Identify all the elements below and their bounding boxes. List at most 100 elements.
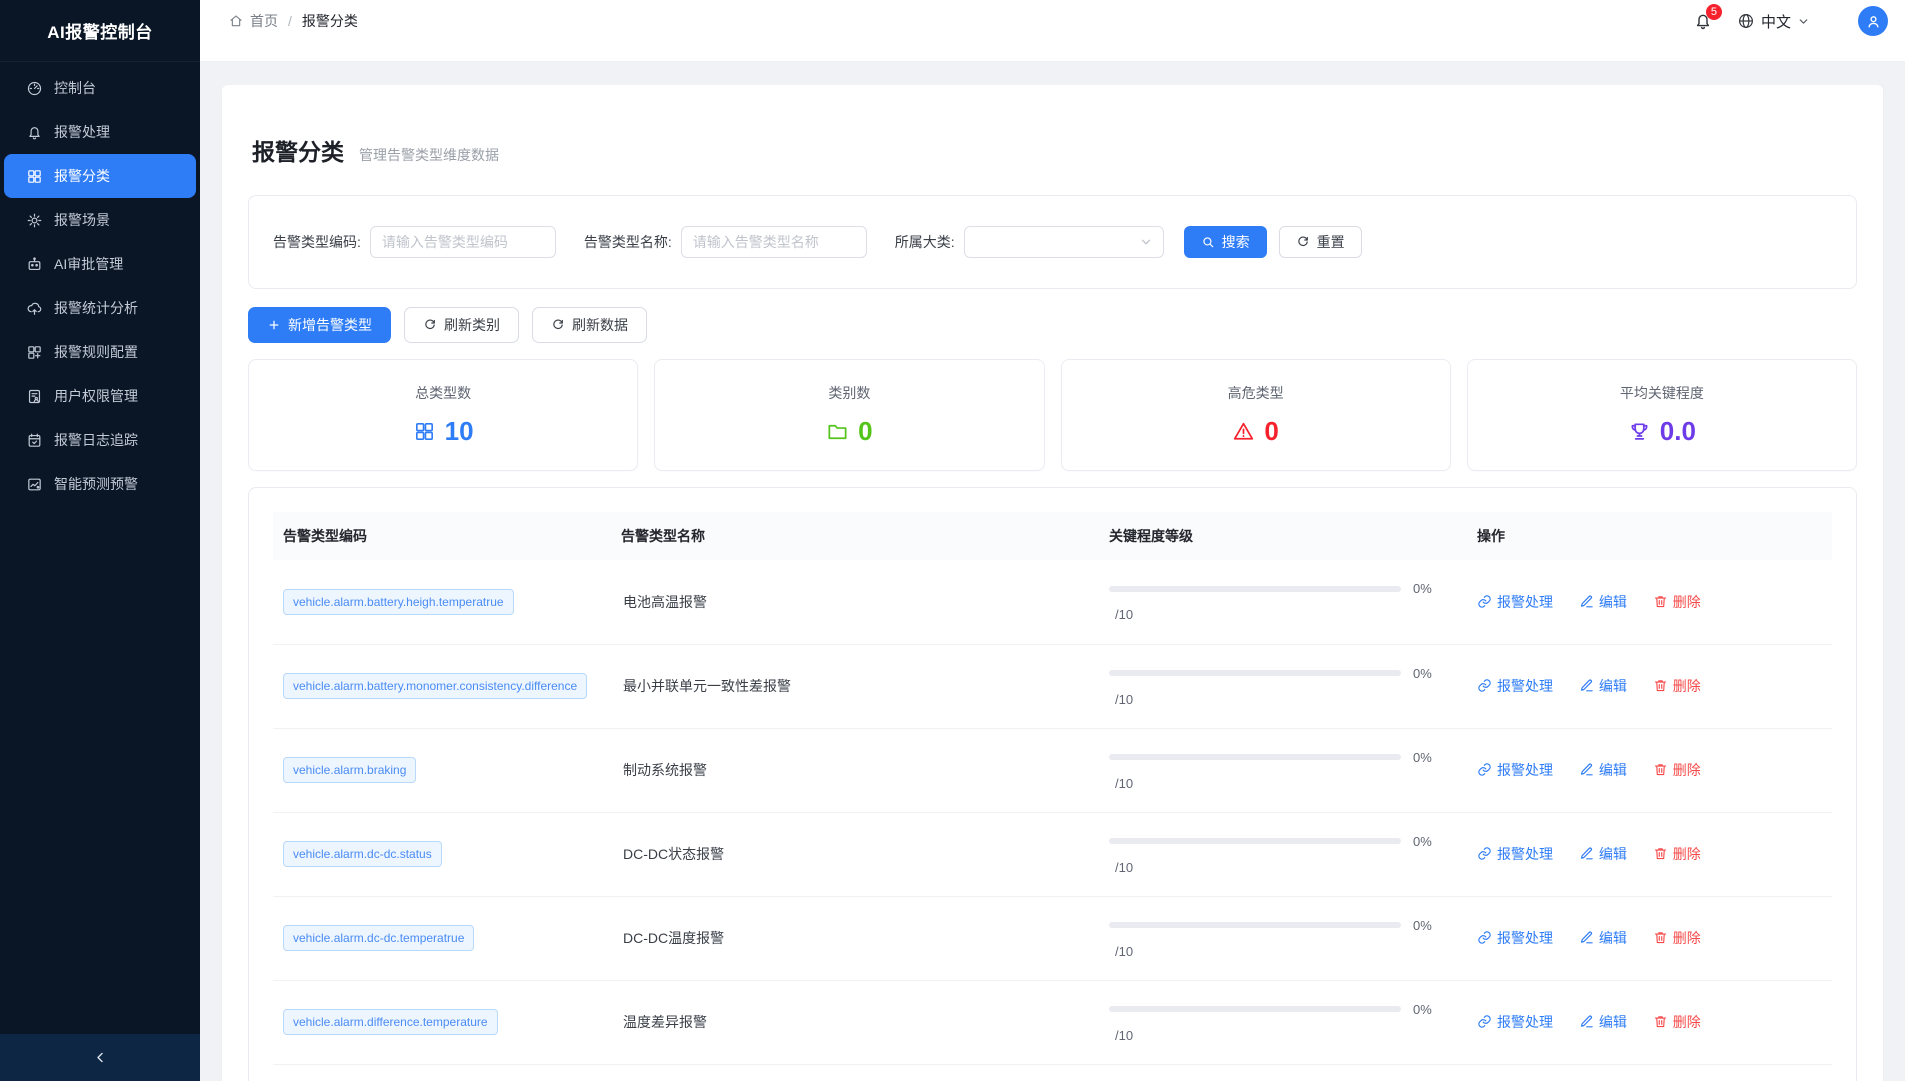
criticality-progressbar <box>1109 586 1401 592</box>
globe-icon <box>1737 12 1755 30</box>
chevron-down-icon <box>1139 235 1153 249</box>
folder-icon <box>826 420 849 443</box>
breadcrumb: 首页 / 报警分类 <box>228 4 358 38</box>
name-filter-label: 告警类型名称: <box>584 232 672 252</box>
handle-alarm-link[interactable]: 报警处理 <box>1477 760 1553 780</box>
handle-alarm-link[interactable]: 报警处理 <box>1477 676 1553 696</box>
delete-link[interactable]: 删除 <box>1653 1012 1701 1032</box>
criticality-percent: 0% <box>1413 918 1432 933</box>
sidebar-item-label: AI审批管理 <box>54 254 123 274</box>
stat-number: 10 <box>445 416 474 447</box>
edit-link[interactable]: 编辑 <box>1579 676 1627 696</box>
edit-icon <box>1579 846 1594 861</box>
sidebar-item-label: 智能预测预警 <box>54 474 138 494</box>
breadcrumb-home-link[interactable]: 首页 <box>228 11 278 31</box>
add-alarm-type-button[interactable]: 新增告警类型 <box>248 307 391 343</box>
stat-card-2: 类别数 0 <box>654 359 1044 471</box>
sidebar-item-label: 控制台 <box>54 78 96 98</box>
sidebar-item-6[interactable]: 报警统计分析 <box>4 286 196 330</box>
handle-alarm-link[interactable]: 报警处理 <box>1477 1012 1553 1032</box>
stat-label: 平均关键程度 <box>1620 383 1704 403</box>
refresh-icon <box>1296 235 1310 249</box>
refresh-data-button[interactable]: 刷新数据 <box>532 307 647 343</box>
sidebar-item-2[interactable]: 报警处理 <box>4 110 196 154</box>
stat-number: 0 <box>1264 416 1278 447</box>
reset-button[interactable]: 重置 <box>1279 226 1362 258</box>
alarm-code-tag: vehicle.alarm.dc-dc.temperatrue <box>283 925 474 951</box>
edit-link[interactable]: 编辑 <box>1579 928 1627 948</box>
refresh-category-button[interactable]: 刷新类别 <box>404 307 519 343</box>
sidebar-collapse-button[interactable] <box>0 1034 200 1081</box>
sidebar-item-9[interactable]: 报警日志追踪 <box>4 418 196 462</box>
delete-link[interactable]: 删除 <box>1653 844 1701 864</box>
alarm-code-tag: vehicle.alarm.battery.monomer.consistenc… <box>283 673 587 699</box>
name-filter-input[interactable] <box>681 226 867 258</box>
category-select[interactable] <box>964 226 1164 258</box>
code-filter-input[interactable] <box>370 226 556 258</box>
cloud-upload-icon <box>26 300 43 317</box>
edit-icon <box>1579 678 1594 693</box>
page-card: 报警分类 管理告警类型维度数据 告警类型编码: 告警类型名称: 所属大类: <box>222 85 1883 1081</box>
column-header-name: 告警类型名称 <box>611 512 1099 560</box>
stat-value: 0.0 <box>1628 416 1696 447</box>
edit-link[interactable]: 编辑 <box>1579 844 1627 864</box>
delete-link[interactable]: 删除 <box>1653 592 1701 612</box>
alarm-name: DC-DC状态报警 <box>611 812 1099 896</box>
stat-label: 高危类型 <box>1228 383 1284 403</box>
delete-link[interactable]: 删除 <box>1653 676 1701 696</box>
warning-icon <box>1232 420 1255 443</box>
criticality-percent: 0% <box>1413 581 1432 596</box>
criticality-denominator: /10 <box>1115 607 1457 622</box>
refresh-icon <box>423 318 437 332</box>
edit-icon <box>1579 1014 1594 1029</box>
sidebar-item-4[interactable]: 报警场景 <box>4 198 196 242</box>
handle-alarm-link[interactable]: 报警处理 <box>1477 592 1553 612</box>
page-title: 报警分类 <box>252 133 344 167</box>
delete-link[interactable]: 删除 <box>1653 760 1701 780</box>
handle-alarm-link[interactable]: 报警处理 <box>1477 928 1553 948</box>
trophy-icon <box>1628 420 1651 443</box>
edit-link[interactable]: 编辑 <box>1579 592 1627 612</box>
criticality-denominator: /10 <box>1115 692 1457 707</box>
column-header-level: 关键程度等级 <box>1099 512 1467 560</box>
criticality-percent: 0% <box>1413 834 1432 849</box>
column-header-actions: 操作 <box>1467 512 1832 560</box>
trash-icon <box>1653 762 1668 777</box>
sidebar-item-label: 报警统计分析 <box>54 298 138 318</box>
content: 报警分类 管理告警类型维度数据 告警类型编码: 告警类型名称: 所属大类: <box>200 62 1905 1081</box>
sidebar-item-label: 报警规则配置 <box>54 342 138 362</box>
column-header-code: 告警类型编码 <box>273 512 611 560</box>
page-head: 报警分类 管理告警类型维度数据 <box>252 133 1857 167</box>
trash-icon <box>1653 1014 1668 1029</box>
topbar: 首页 / 报警分类 5 中文 <box>200 0 1905 62</box>
edit-link[interactable]: 编辑 <box>1579 1012 1627 1032</box>
criticality-progressbar <box>1109 922 1401 928</box>
alarm-code-tag: vehicle.alarm.difference.temperature <box>283 1009 498 1035</box>
sidebar-item-label: 报警日志追踪 <box>54 430 138 450</box>
handle-alarm-link[interactable]: 报警处理 <box>1477 844 1553 864</box>
search-button[interactable]: 搜索 <box>1184 226 1267 258</box>
sidebar-item-5[interactable]: AI审批管理 <box>4 242 196 286</box>
sidebar-item-label: 用户权限管理 <box>54 386 138 406</box>
language-selector[interactable]: 中文 <box>1737 11 1810 32</box>
sidebar-item-7[interactable]: 报警规则配置 <box>4 330 196 374</box>
edit-link[interactable]: 编辑 <box>1579 760 1627 780</box>
stat-card-3: 高危类型 0 <box>1061 359 1451 471</box>
sidebar-item-label: 报警分类 <box>54 166 110 186</box>
link-icon <box>1477 594 1492 609</box>
sidebar-item-8[interactable]: 用户权限管理 <box>4 374 196 418</box>
sidebar-item-1[interactable]: 控制台 <box>4 66 196 110</box>
search-icon <box>1201 235 1215 249</box>
delete-link[interactable]: 删除 <box>1653 928 1701 948</box>
sidebar-item-3[interactable]: 报警分类 <box>4 154 196 198</box>
criticality-progressbar <box>1109 838 1401 844</box>
notifications-button[interactable]: 5 <box>1693 11 1713 31</box>
filter-group-category: 所属大类: <box>895 226 1164 258</box>
page-subtitle: 管理告警类型维度数据 <box>359 145 499 165</box>
stat-card-4: 平均关键程度 0.0 <box>1467 359 1857 471</box>
trash-icon <box>1653 594 1668 609</box>
avatar[interactable] <box>1858 6 1888 36</box>
alarm-bell-icon <box>26 124 43 141</box>
refresh-icon <box>551 318 565 332</box>
sidebar-item-10[interactable]: 智能预测预警 <box>4 462 196 506</box>
